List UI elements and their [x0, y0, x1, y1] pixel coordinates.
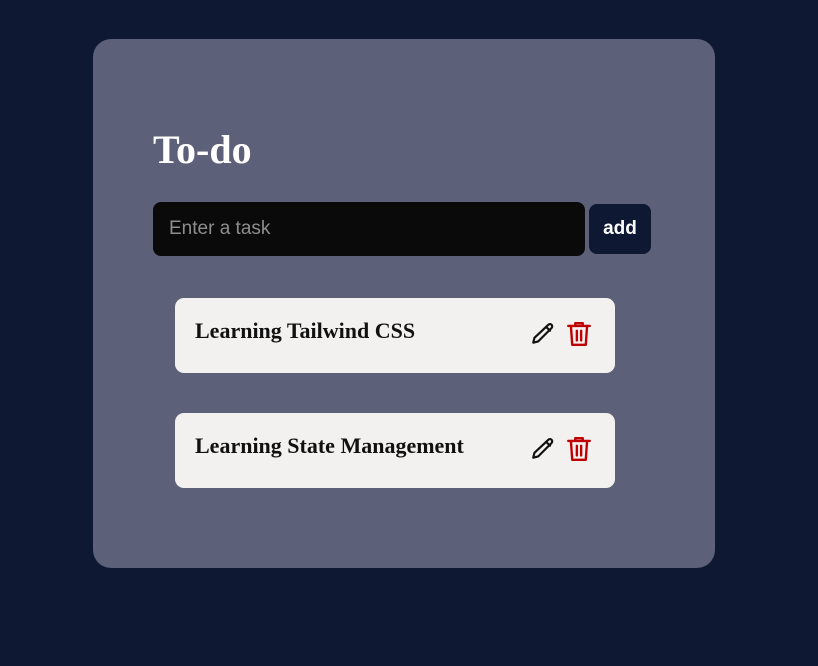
pencil-icon — [532, 438, 554, 459]
todo-list: Learning Tailwind CSS Learning State Man… — [175, 298, 615, 528]
todo-text: Learning State Management — [195, 433, 464, 458]
todo-item: Learning Tailwind CSS — [175, 298, 615, 373]
edit-button[interactable] — [529, 319, 557, 349]
todo-card: To-do add Learning Tailwind CSS — [93, 39, 715, 568]
page-title: To-do — [153, 127, 252, 172]
edit-button[interactable] — [529, 434, 557, 464]
todo-item: Learning State Management — [175, 413, 615, 488]
delete-button[interactable] — [565, 434, 593, 464]
pencil-icon — [532, 323, 554, 344]
task-input[interactable] — [153, 202, 585, 256]
trash-icon — [567, 437, 591, 461]
delete-button[interactable] — [565, 319, 593, 349]
todo-text: Learning Tailwind CSS — [195, 318, 416, 343]
add-button[interactable]: add — [589, 204, 651, 254]
trash-icon — [567, 322, 591, 346]
